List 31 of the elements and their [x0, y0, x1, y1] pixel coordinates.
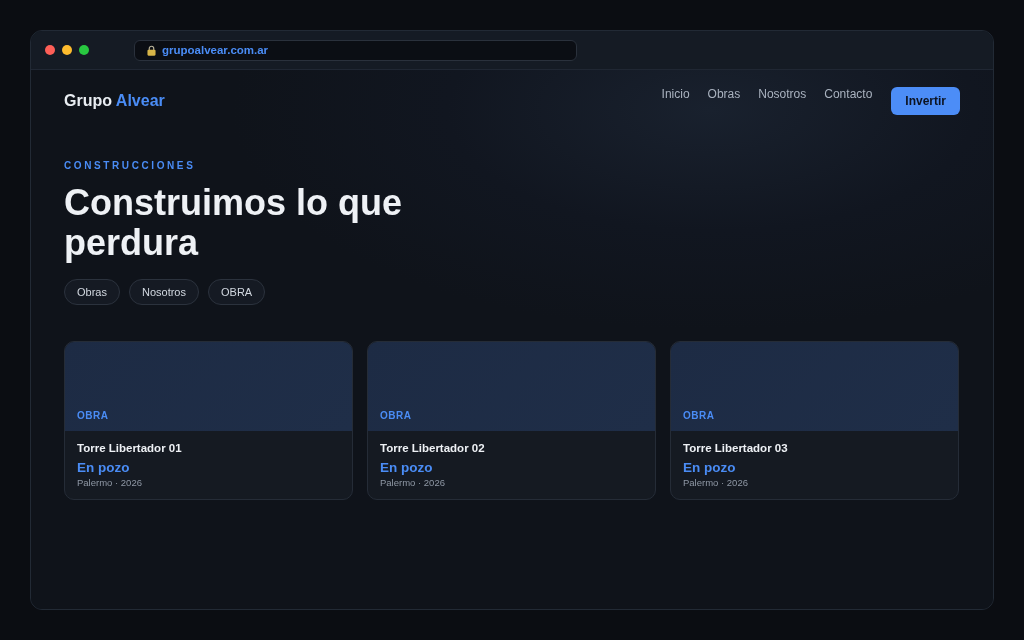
card-meta: Palermo · 2026: [380, 477, 446, 489]
invest-button[interactable]: Invertir: [891, 87, 960, 115]
card-title: Torre Libertador 02: [380, 441, 486, 456]
card-status: En pozo: [77, 459, 131, 477]
nav-link[interactable]: Nosotros: [758, 87, 807, 101]
chip-link[interactable]: OBRA: [208, 279, 266, 305]
card-meta: Palermo · 2026: [77, 477, 143, 489]
nav-link[interactable]: Inicio: [661, 87, 690, 101]
eyebrow-text: CONSTRUCCIONES: [64, 160, 196, 172]
card-title: Torre Libertador 01: [77, 441, 183, 456]
window-zoom-icon[interactable]: [79, 45, 89, 55]
chip-link[interactable]: Obras: [64, 279, 120, 305]
address-bar[interactable]: grupoalvear.com.ar: [134, 39, 577, 61]
card-status: En pozo: [380, 459, 434, 477]
hero-heading: Construimos lo que perdura: [64, 183, 403, 263]
card-tag: OBRA: [683, 410, 715, 422]
project-card[interactable]: OBRA Torre Libertador 02 En pozo Palermo · 2026: [367, 341, 656, 500]
project-card[interactable]: OBRA Torre Libertador 01 En pozo Palermo · 2026: [64, 341, 353, 500]
lock-icon: [147, 44, 156, 56]
card-meta: Palermo · 2026: [683, 477, 749, 489]
window-minimize-icon[interactable]: [62, 45, 72, 55]
logo[interactable]: Grupo Alvear: [64, 87, 165, 115]
project-card[interactable]: OBRA Torre Libertador 03 En pozo Palermo · 2026: [670, 341, 959, 500]
nav-link[interactable]: Obras: [707, 87, 741, 101]
window-close-icon[interactable]: [45, 45, 55, 55]
card-tag: OBRA: [380, 410, 412, 422]
nav-link[interactable]: Contacto: [824, 87, 873, 101]
card-tag: OBRA: [77, 410, 109, 422]
card-title: Torre Libertador 03: [683, 441, 789, 456]
card-status: En pozo: [683, 459, 737, 477]
chip-link[interactable]: Nosotros: [128, 279, 199, 305]
